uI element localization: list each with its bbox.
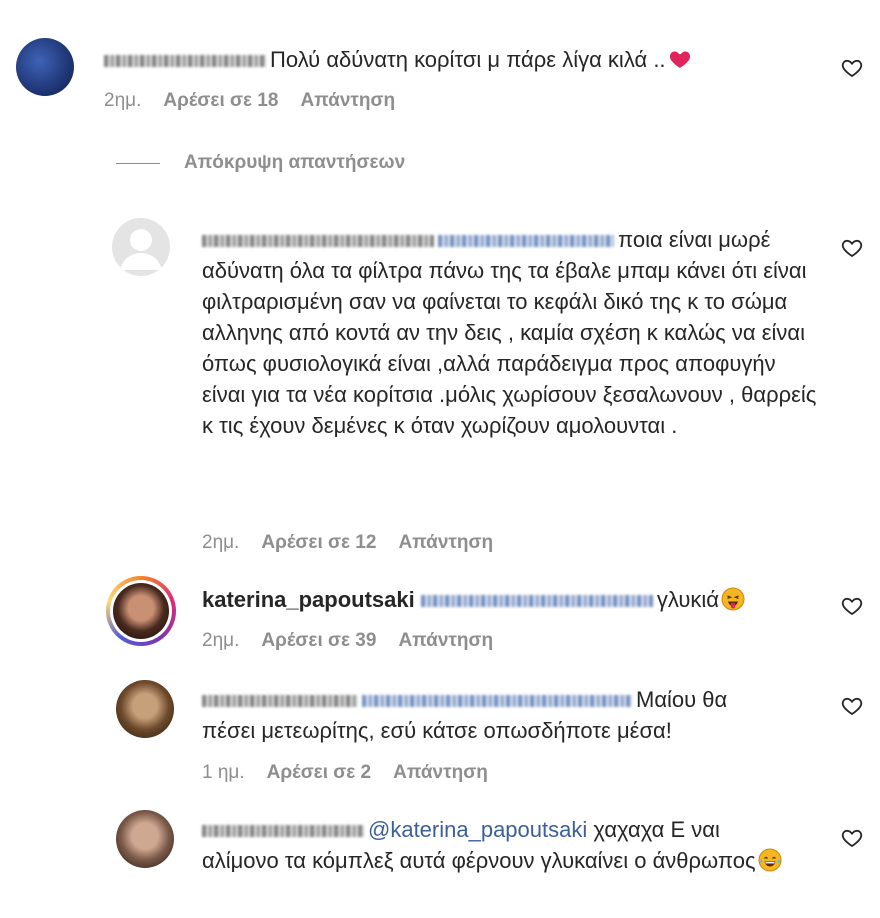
comment-time: 2ημ. xyxy=(202,532,240,553)
like-heart-icon[interactable] xyxy=(840,594,864,618)
comment-time: 2ημ. xyxy=(202,630,240,651)
comment-text: katerina_papoutsaki γλυκιά xyxy=(202,584,822,615)
likes-count[interactable]: Αρέσει σε 39 xyxy=(261,630,376,651)
comment-time: 1 ημ. xyxy=(202,762,245,783)
like-heart-icon[interactable] xyxy=(840,56,864,80)
hide-replies-label: Απόκρυψη απαντήσεων xyxy=(184,152,406,173)
avatar[interactable] xyxy=(16,38,74,96)
likes-count[interactable]: Αρέσει σε 2 xyxy=(267,762,371,783)
blurred-username[interactable] xyxy=(202,235,434,248)
like-heart-icon[interactable] xyxy=(840,694,864,718)
mention-link[interactable]: @katerina_papoutsaki xyxy=(368,817,587,842)
reply-button[interactable]: Απάντηση xyxy=(398,630,493,651)
comment-text: Μαίου θα πέσει μετεωρίτης, εσύ κάτσε οπω… xyxy=(202,684,762,746)
comment-body: ποια είναι μωρέ αδύνατη όλα τα φίλτρα πά… xyxy=(202,227,817,438)
reply-button[interactable]: Απάντηση xyxy=(393,762,488,783)
comment-text: ποια είναι μωρέ αδύνατη όλα τα φίλτρα πά… xyxy=(202,224,818,441)
comment-time: 2ημ. xyxy=(104,90,142,111)
blurred-username[interactable] xyxy=(202,695,358,708)
like-heart-icon[interactable] xyxy=(840,826,864,850)
hide-replies-button[interactable]: Απόκρυψη απαντήσεων xyxy=(116,152,405,174)
reply-button[interactable]: Απάντηση xyxy=(398,532,493,553)
like-heart-icon[interactable] xyxy=(840,236,864,260)
likes-count[interactable]: Αρέσει σε 18 xyxy=(163,90,278,111)
comment-body: Πολύ αδύνατη κορίτσι μ πάρε λίγα κιλά .. xyxy=(270,47,666,72)
default-user-icon xyxy=(120,229,162,270)
avatar-photo xyxy=(110,580,172,642)
avatar[interactable] xyxy=(116,680,174,738)
blurred-username[interactable] xyxy=(104,55,266,68)
comment-text: Πολύ αδύνατη κορίτσι μ πάρε λίγα κιλά .. xyxy=(104,44,804,75)
blurred-username[interactable] xyxy=(202,825,364,838)
comment-meta: 2ημ. Αρέσει σε 18 Απάντηση xyxy=(104,90,417,112)
blurred-mention[interactable] xyxy=(420,595,653,608)
likes-count[interactable]: Αρέσει σε 12 xyxy=(261,532,376,553)
avatar[interactable] xyxy=(116,810,174,868)
blurred-mention[interactable] xyxy=(438,235,614,248)
laughing-tears-face-icon xyxy=(758,848,782,872)
comment-meta: 1 ημ. Αρέσει σε 2 Απάντηση xyxy=(202,762,510,784)
divider xyxy=(116,162,160,164)
comment-meta: 2ημ. Αρέσει σε 39 Απάντηση xyxy=(202,630,515,652)
blurred-mention[interactable] xyxy=(362,695,632,708)
username[interactable]: katerina_papoutsaki xyxy=(202,587,415,612)
avatar-default[interactable] xyxy=(112,218,170,276)
comment-text: @katerina_papoutsaki χαχαχα Ε ναι αλίμον… xyxy=(202,814,792,876)
red-heart-icon xyxy=(669,51,690,68)
comment-meta: 2ημ. Αρέσει σε 12 Απάντηση xyxy=(202,532,515,554)
comment-body: γλυκιά xyxy=(656,587,719,612)
tongue-out-face-icon xyxy=(721,587,745,611)
reply-button[interactable]: Απάντηση xyxy=(300,90,395,111)
avatar-story-ring[interactable] xyxy=(106,576,176,646)
